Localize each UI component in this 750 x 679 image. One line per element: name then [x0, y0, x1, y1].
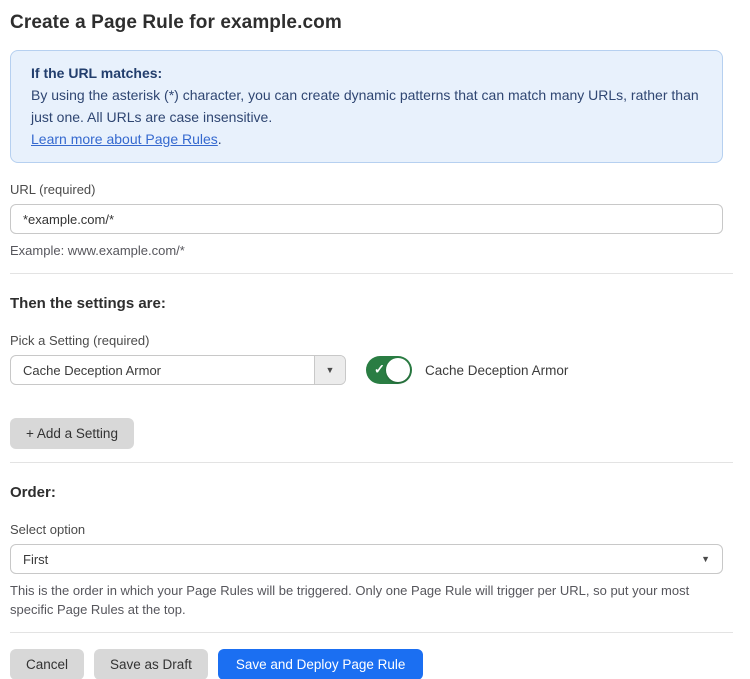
order-section-heading: Order: [10, 484, 723, 501]
url-label: URL (required) [10, 182, 723, 197]
add-setting-button[interactable]: + Add a Setting [10, 418, 134, 449]
info-box-body: By using the asterisk (*) character, you… [31, 84, 702, 128]
url-helper-text: Example: www.example.com/* [10, 241, 723, 260]
settings-section-heading: Then the settings are: [10, 295, 723, 312]
order-select-value: First [23, 552, 48, 567]
create-page-rule-form: Create a Page Rule for example.com If th… [0, 0, 733, 679]
toggle-knob [386, 358, 410, 382]
info-box-link-line: Learn more about Page Rules. [31, 128, 702, 150]
setting-toggle[interactable]: ✓ [366, 356, 412, 384]
setting-toggle-wrap: ✓ Cache Deception Armor [366, 356, 568, 384]
order-select-label: Select option [10, 522, 723, 537]
pick-setting-label: Pick a Setting (required) [10, 333, 723, 348]
check-icon: ✓ [374, 362, 385, 378]
chevron-down-icon[interactable]: ▼ [314, 356, 345, 384]
divider [10, 273, 733, 274]
cancel-button[interactable]: Cancel [10, 649, 84, 679]
setting-select-value: Cache Deception Armor [11, 356, 314, 384]
footer-actions: Cancel Save as Draft Save and Deploy Pag… [10, 649, 723, 679]
link-suffix: . [218, 131, 222, 147]
save-deploy-button[interactable]: Save and Deploy Page Rule [218, 649, 424, 679]
divider [10, 462, 733, 463]
url-match-info-box: If the URL matches: By using the asteris… [10, 50, 723, 163]
url-field: URL (required) Example: www.example.com/… [10, 182, 723, 260]
info-box-heading: If the URL matches: [31, 62, 702, 84]
learn-more-link[interactable]: Learn more about Page Rules [31, 131, 218, 147]
order-select[interactable]: First ▼ [10, 544, 723, 574]
save-draft-button[interactable]: Save as Draft [94, 649, 208, 679]
setting-select[interactable]: Cache Deception Armor ▼ [10, 355, 346, 385]
divider [10, 632, 733, 633]
order-helper-text: This is the order in which your Page Rul… [10, 581, 723, 619]
setting-toggle-label: Cache Deception Armor [425, 363, 568, 378]
url-input[interactable] [10, 204, 723, 234]
setting-row: Cache Deception Armor ▼ ✓ Cache Deceptio… [10, 355, 723, 385]
chevron-down-icon: ▼ [701, 554, 710, 564]
page-title: Create a Page Rule for example.com [10, 12, 723, 34]
